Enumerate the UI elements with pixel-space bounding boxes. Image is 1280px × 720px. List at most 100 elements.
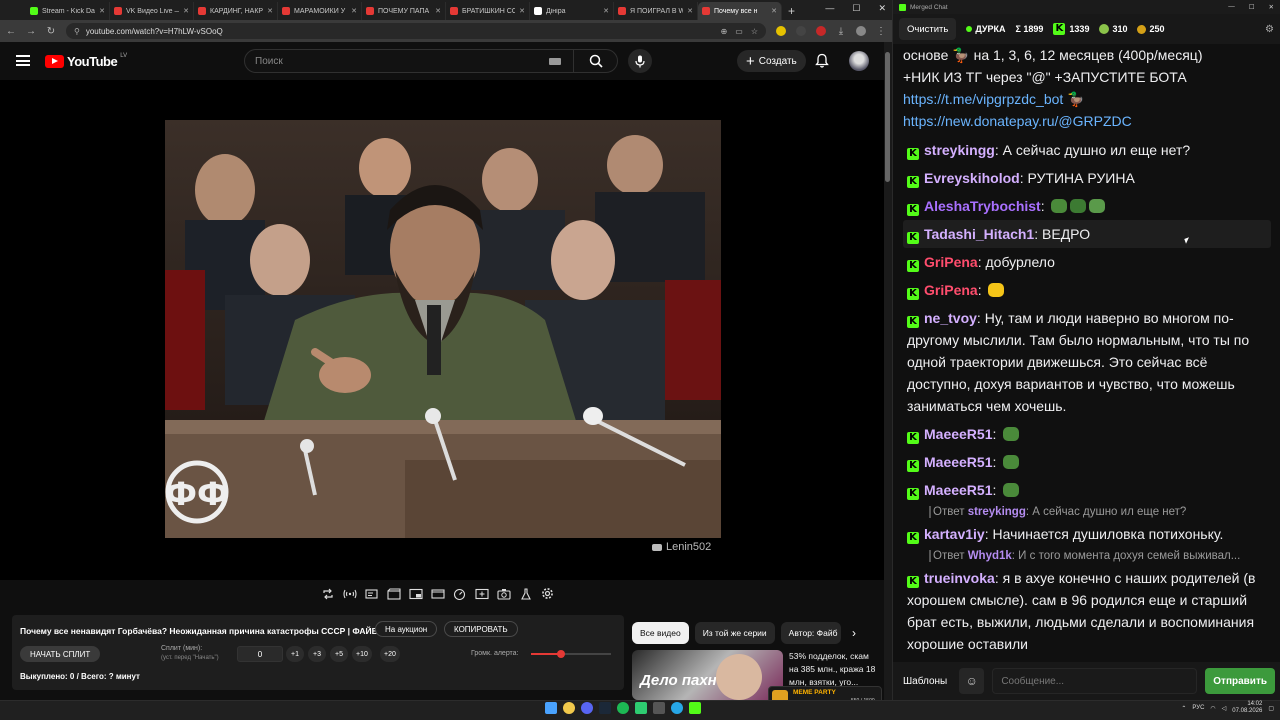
browser-tab[interactable]: БРАТИШКИН СС ✕ [446, 2, 530, 20]
clapperboard-icon[interactable] [384, 584, 403, 603]
volume-icon[interactable]: ◁ [1222, 705, 1227, 712]
search-button[interactable] [573, 50, 617, 72]
chat-message[interactable]: K MaeeeR51: [903, 420, 1271, 448]
chat-username[interactable]: ne_tvoy [924, 310, 977, 326]
filter-chip[interactable]: Из той же серии [694, 622, 775, 644]
chat-maximize-button[interactable]: ☐ [1249, 3, 1255, 11]
clear-chat-button[interactable]: Очистить [899, 18, 957, 40]
split-step-button[interactable]: +5 [330, 646, 348, 662]
alert-volume-thumb[interactable] [557, 650, 566, 658]
video-player[interactable]: ФФ Lenin502 [0, 80, 884, 580]
chat-message[interactable]: K GriPena: добурлело [903, 248, 1271, 276]
user-avatar[interactable] [849, 51, 869, 71]
browser-menu-icon[interactable]: ⋮ [876, 26, 886, 37]
message-input[interactable] [992, 668, 1198, 694]
chat-username[interactable]: Evreyskiholod [924, 170, 1020, 186]
bookmark-star-icon[interactable]: ☆ [751, 27, 758, 36]
chat-close-button[interactable]: ✕ [1269, 3, 1274, 11]
chat-message[interactable]: K AleshaTrybochist: [903, 192, 1271, 220]
voice-search-button[interactable] [628, 49, 652, 73]
chat-username[interactable]: GriPena [924, 282, 978, 298]
close-window-button[interactable]: ✕ [878, 3, 886, 14]
notifications-bell-icon[interactable] [815, 53, 829, 69]
cast-icon[interactable]: ▭ [735, 27, 743, 36]
add-box-icon[interactable] [472, 584, 491, 603]
maximize-button[interactable]: ☐ [852, 3, 860, 14]
notifications-icon[interactable]: ▢ [1268, 705, 1274, 712]
chat-username[interactable]: Tadashi_Hitach1 [924, 226, 1034, 242]
reply-username[interactable]: Whyd1k [968, 550, 1012, 562]
extension-icon-3[interactable] [816, 26, 826, 36]
split-minutes-input[interactable]: 0 [237, 646, 283, 662]
chat-minimize-button[interactable]: — [1228, 3, 1235, 11]
reply-reference[interactable]: Ответ streykingg: А сейчас душно ил еще … [903, 504, 1271, 520]
auction-button[interactable]: На аукцион [375, 621, 438, 637]
new-tab-button[interactable]: + [788, 2, 795, 20]
browser-tab[interactable]: Я ПОИГРАЛ В W ✕ [614, 2, 698, 20]
chat-message[interactable]: K MaeeeR51: [903, 476, 1271, 504]
speed-gauge-icon[interactable] [450, 584, 469, 603]
keyboard-icon[interactable] [549, 57, 561, 65]
chat-message[interactable]: Ktrueinvoka: я в ахуе конечно с наших ро… [903, 564, 1271, 658]
app-icon[interactable] [635, 702, 647, 714]
chat-username[interactable]: GriPena [924, 254, 978, 270]
site-info-icon[interactable]: ⚲ [74, 27, 80, 36]
download-icon[interactable]: ⤓ [836, 26, 846, 37]
reload-icon[interactable]: ↻ [46, 26, 56, 37]
split-step-button[interactable]: +3 [308, 646, 326, 662]
copy-button[interactable]: КОПИРОВАТЬ [444, 621, 518, 637]
kick-chat-icon[interactable] [689, 702, 701, 714]
chat-settings-icon[interactable]: ⚙ [1265, 24, 1274, 35]
zoom-icon[interactable]: ⊕ [721, 27, 728, 36]
page-scrollbar[interactable] [884, 42, 892, 700]
settings-gear-icon[interactable] [538, 584, 557, 603]
picture-in-picture-icon[interactable] [406, 584, 425, 603]
wifi-icon[interactable]: ◠ [1210, 705, 1215, 712]
profile-icon[interactable] [856, 26, 866, 36]
tray-chevron-icon[interactable]: ⌃ [1181, 705, 1186, 712]
youtube-logo[interactable]: YouTube LV [45, 53, 127, 69]
browser-tab[interactable]: VK Видео Live — ✕ [110, 2, 194, 20]
tab-close-icon[interactable]: ✕ [687, 7, 693, 15]
send-button[interactable]: Отправить [1205, 668, 1275, 694]
back-icon[interactable]: ← [6, 26, 16, 37]
browser-tab[interactable]: КАРДИНГ, НАКР ✕ [194, 2, 278, 20]
chat-username[interactable]: kartav1iy [924, 526, 985, 542]
url-field[interactable]: ⚲ youtube.com/watch?v=H7hLW-vSOoQ ⊕ ▭ ☆ [66, 23, 766, 39]
theater-mode-icon[interactable] [428, 584, 447, 603]
search-input[interactable] [245, 55, 549, 67]
alert-volume-slider[interactable] [531, 650, 611, 658]
chat-username[interactable]: streykingg [924, 142, 995, 158]
language-indicator[interactable]: РУС [1192, 705, 1204, 711]
tab-close-icon[interactable]: ✕ [771, 7, 777, 15]
scroll-thumb[interactable] [885, 52, 890, 182]
browser-tab[interactable]: Дiнiра ✕ [530, 2, 614, 20]
audio-wave-icon[interactable] [340, 584, 359, 603]
obs-icon[interactable] [653, 702, 665, 714]
tab-close-icon[interactable]: ✕ [435, 7, 441, 15]
telegram-icon[interactable] [671, 702, 683, 714]
donate-link[interactable]: https://new.donatepay.ru/@GRPZDC [903, 113, 1132, 129]
chat-username[interactable]: MaeeeR51 [924, 426, 993, 442]
browser-tab[interactable]: Почему все н ✕ [698, 2, 782, 20]
browser-tab[interactable]: ПОЧЕМУ ПАПА I ✕ [362, 2, 446, 20]
hamburger-menu-icon[interactable] [16, 55, 30, 66]
browser-tab[interactable]: Stream - Kick Da ✕ [26, 2, 110, 20]
split-step-button[interactable]: +1 [286, 646, 304, 662]
chat-message[interactable]: K Evreyskiholod: РУТИНА РУИНА [903, 164, 1271, 192]
chat-username[interactable]: AleshaTrybochist [924, 198, 1041, 214]
extension-icon-2[interactable] [796, 26, 806, 36]
flask-icon[interactable] [516, 584, 535, 603]
tab-close-icon[interactable]: ✕ [351, 7, 357, 15]
camera-icon[interactable] [494, 584, 513, 603]
reply-username[interactable]: streykingg [968, 506, 1026, 518]
recommended-video-thumbnail[interactable]: Дело пахнет [632, 650, 783, 700]
chat-message[interactable]: Kstreykingg: А сейчас душно ил еще нет? [903, 136, 1271, 164]
chat-username[interactable]: MaeeeR51 [924, 454, 993, 470]
chat-username[interactable]: trueinvoka [924, 570, 995, 586]
chat-message[interactable]: Kne_tvoy: Ну, там и люди наверно во мног… [903, 304, 1271, 420]
emoji-picker-icon[interactable]: ☺ [959, 668, 985, 694]
steam-icon[interactable] [599, 702, 611, 714]
chrome-icon[interactable] [563, 702, 575, 714]
split-step-button[interactable]: +20 [380, 646, 400, 662]
